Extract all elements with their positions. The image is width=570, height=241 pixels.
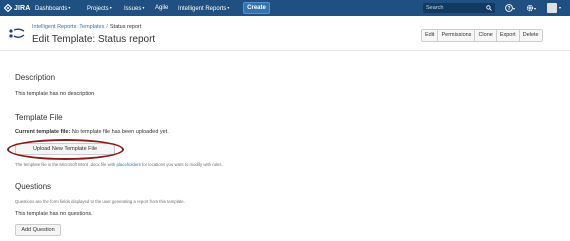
breadcrumb-current: Status report xyxy=(109,24,142,30)
breadcrumb: Intelligent Reports: Templates / Status re… xyxy=(32,24,141,30)
help-menu[interactable]: ? ▾ xyxy=(505,4,515,12)
chevron-down-icon: ▾ xyxy=(534,5,537,11)
gear-icon xyxy=(526,4,534,12)
questions-empty-text: This template has no questions. xyxy=(15,211,93,217)
delete-button[interactable]: Delete xyxy=(519,30,542,41)
nav-intelligent-reports-label: Intelligent Reports xyxy=(178,6,227,12)
nav-dashboards[interactable]: Dashboards▾ xyxy=(35,0,70,16)
placeholders-link[interactable]: placeholders xyxy=(116,162,140,167)
permissions-button[interactable]: Permissions xyxy=(438,30,476,41)
svg-text:?: ? xyxy=(507,6,510,12)
chevron-down-icon: ▾ xyxy=(68,5,71,10)
search-placeholder: Search xyxy=(426,5,444,11)
export-button[interactable]: Export xyxy=(496,30,520,41)
logo-text: JIRA xyxy=(14,4,31,12)
nav-intelligent-reports[interactable]: Intelligent Reports▾ xyxy=(178,0,229,16)
edit-button[interactable]: Edit xyxy=(422,30,439,41)
current-template-file: Current template file: No template file … xyxy=(15,129,169,135)
description-heading: Description xyxy=(15,73,56,82)
description-text: This template has no description xyxy=(15,91,95,97)
clone-button[interactable]: Clone xyxy=(475,30,497,41)
highlight-annotation-ellipse xyxy=(7,139,124,160)
create-button[interactable]: Create xyxy=(243,2,270,14)
template-file-help-text: The template file is the Microsoft Word … xyxy=(15,162,223,167)
jira-logo[interactable]: JIRA xyxy=(4,3,30,13)
chevron-down-icon: ▾ xyxy=(109,5,112,10)
nav-agile[interactable]: Agile xyxy=(155,0,168,16)
chevron-down-icon: ▾ xyxy=(559,5,562,10)
header-divider xyxy=(0,50,570,51)
report-template-icon xyxy=(9,28,25,38)
questions-help-text: Questions are the form fields displayed … xyxy=(15,199,185,204)
breadcrumb-separator: / xyxy=(106,24,108,30)
nav-agile-label: Agile xyxy=(155,5,169,11)
help-icon: ? xyxy=(505,4,513,12)
page-title: Edit Template: Status report xyxy=(32,34,156,45)
questions-heading: Questions xyxy=(15,182,52,191)
chevron-down-icon: ▾ xyxy=(142,5,145,10)
nav-projects[interactable]: Projects▾ xyxy=(87,0,112,16)
jira-logo-icon xyxy=(4,4,12,12)
search-icon xyxy=(486,5,492,11)
chevron-down-icon: ▾ xyxy=(513,5,516,11)
avatar[interactable] xyxy=(547,3,557,13)
search-input[interactable]: Search xyxy=(423,3,495,13)
breadcrumb-link-templates[interactable]: Intelligent Reports: Templates xyxy=(32,24,104,30)
template-file-heading: Template File xyxy=(15,113,63,122)
template-actions-toolbar: Edit Permissions Clone Export Delete xyxy=(421,29,543,42)
nav-issues-label: Issues xyxy=(124,6,142,12)
template-file-help-suffix: for locations you want to modify with ru… xyxy=(142,162,223,167)
template-file-help-prefix: The template file is the Microsoft Word … xyxy=(15,162,116,167)
current-template-file-value: No template file has been uploaded yet. xyxy=(71,129,169,135)
add-question-button[interactable]: Add Question xyxy=(15,224,61,236)
top-navigation-bar: JIRA Dashboards▾ Projects▾ Issues▾ Agile… xyxy=(0,0,570,16)
nav-issues[interactable]: Issues▾ xyxy=(124,0,144,16)
settings-menu[interactable]: ▾ xyxy=(526,4,536,12)
current-template-file-label: Current template file: xyxy=(15,129,71,135)
nav-dashboards-label: Dashboards xyxy=(35,6,68,12)
chevron-down-icon: ▾ xyxy=(227,5,230,10)
nav-projects-label: Projects xyxy=(87,6,109,12)
